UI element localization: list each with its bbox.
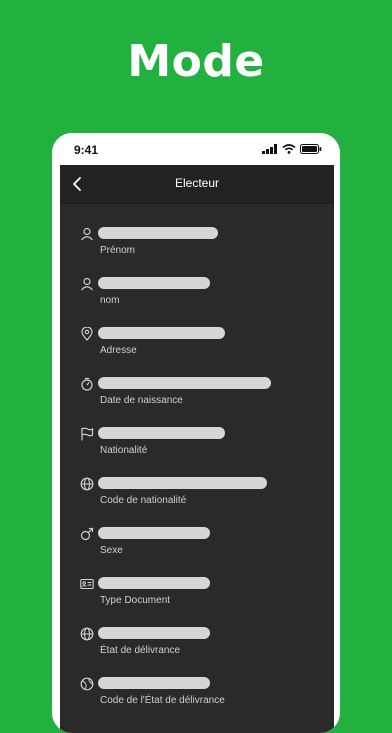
value-placeholder <box>98 577 210 589</box>
field-date-naissance[interactable]: Date de naissance <box>60 363 334 413</box>
value-placeholder <box>98 377 271 389</box>
field-etat-delivrance[interactable]: État de délivrance <box>60 613 334 663</box>
value-placeholder <box>98 227 218 239</box>
id-card-icon <box>80 578 94 590</box>
field-label: Code de nationalité <box>100 495 187 506</box>
field-label: Nationalité <box>100 445 148 456</box>
field-prenom[interactable]: Prénom <box>60 213 334 263</box>
field-sexe[interactable]: Sexe <box>60 513 334 563</box>
field-label: Date de naissance <box>100 395 183 406</box>
male-symbol-icon <box>80 527 94 541</box>
field-adresse[interactable]: Adresse <box>60 313 334 363</box>
signal-icon <box>262 144 277 154</box>
field-label: Prénom <box>100 245 136 256</box>
value-placeholder <box>98 277 210 289</box>
field-label: État de délivrance <box>100 645 181 656</box>
person-icon <box>81 227 93 241</box>
app-screen: Electeur Prénom nom Adresse Date de nais… <box>60 165 334 733</box>
field-label: Adresse <box>100 345 137 356</box>
person-icon <box>81 277 93 291</box>
nav-title: Electeur <box>174 176 220 190</box>
globe-icon <box>80 477 94 491</box>
field-label: Type Document <box>100 595 171 606</box>
field-label: Sexe <box>100 545 123 556</box>
flag-icon <box>81 427 94 441</box>
nav-bar: Electeur <box>60 165 334 204</box>
stopwatch-icon <box>81 377 93 391</box>
status-time: 9:41 <box>74 143 99 157</box>
value-placeholder <box>98 677 210 689</box>
headline: Mode <box>127 36 265 87</box>
phone-frame: 9:41 Electeur Prénom nom Adresse Date de… <box>52 133 340 733</box>
value-placeholder <box>98 427 225 439</box>
status-icons <box>262 143 322 155</box>
field-code-nationalite[interactable]: Code de nationalité <box>60 463 334 513</box>
value-placeholder <box>98 627 210 639</box>
value-placeholder <box>98 527 210 539</box>
field-code-etat-delivrance[interactable]: Code de l'État de délivrance <box>60 663 334 713</box>
field-label: nom <box>100 295 120 306</box>
field-label: Code de l'État de délivrance <box>100 695 225 706</box>
field-type-document[interactable]: Type Document <box>60 563 334 613</box>
value-placeholder <box>98 477 267 489</box>
value-placeholder <box>98 327 225 339</box>
battery-icon <box>300 144 322 154</box>
wifi-icon <box>282 144 296 154</box>
field-nom[interactable]: nom <box>60 263 334 313</box>
globe-icon <box>80 627 94 641</box>
location-pin-icon <box>81 327 93 341</box>
status-bar: 9:41 <box>52 133 340 165</box>
globe-alt-icon <box>80 677 94 691</box>
field-nationalite[interactable]: Nationalité <box>60 413 334 463</box>
